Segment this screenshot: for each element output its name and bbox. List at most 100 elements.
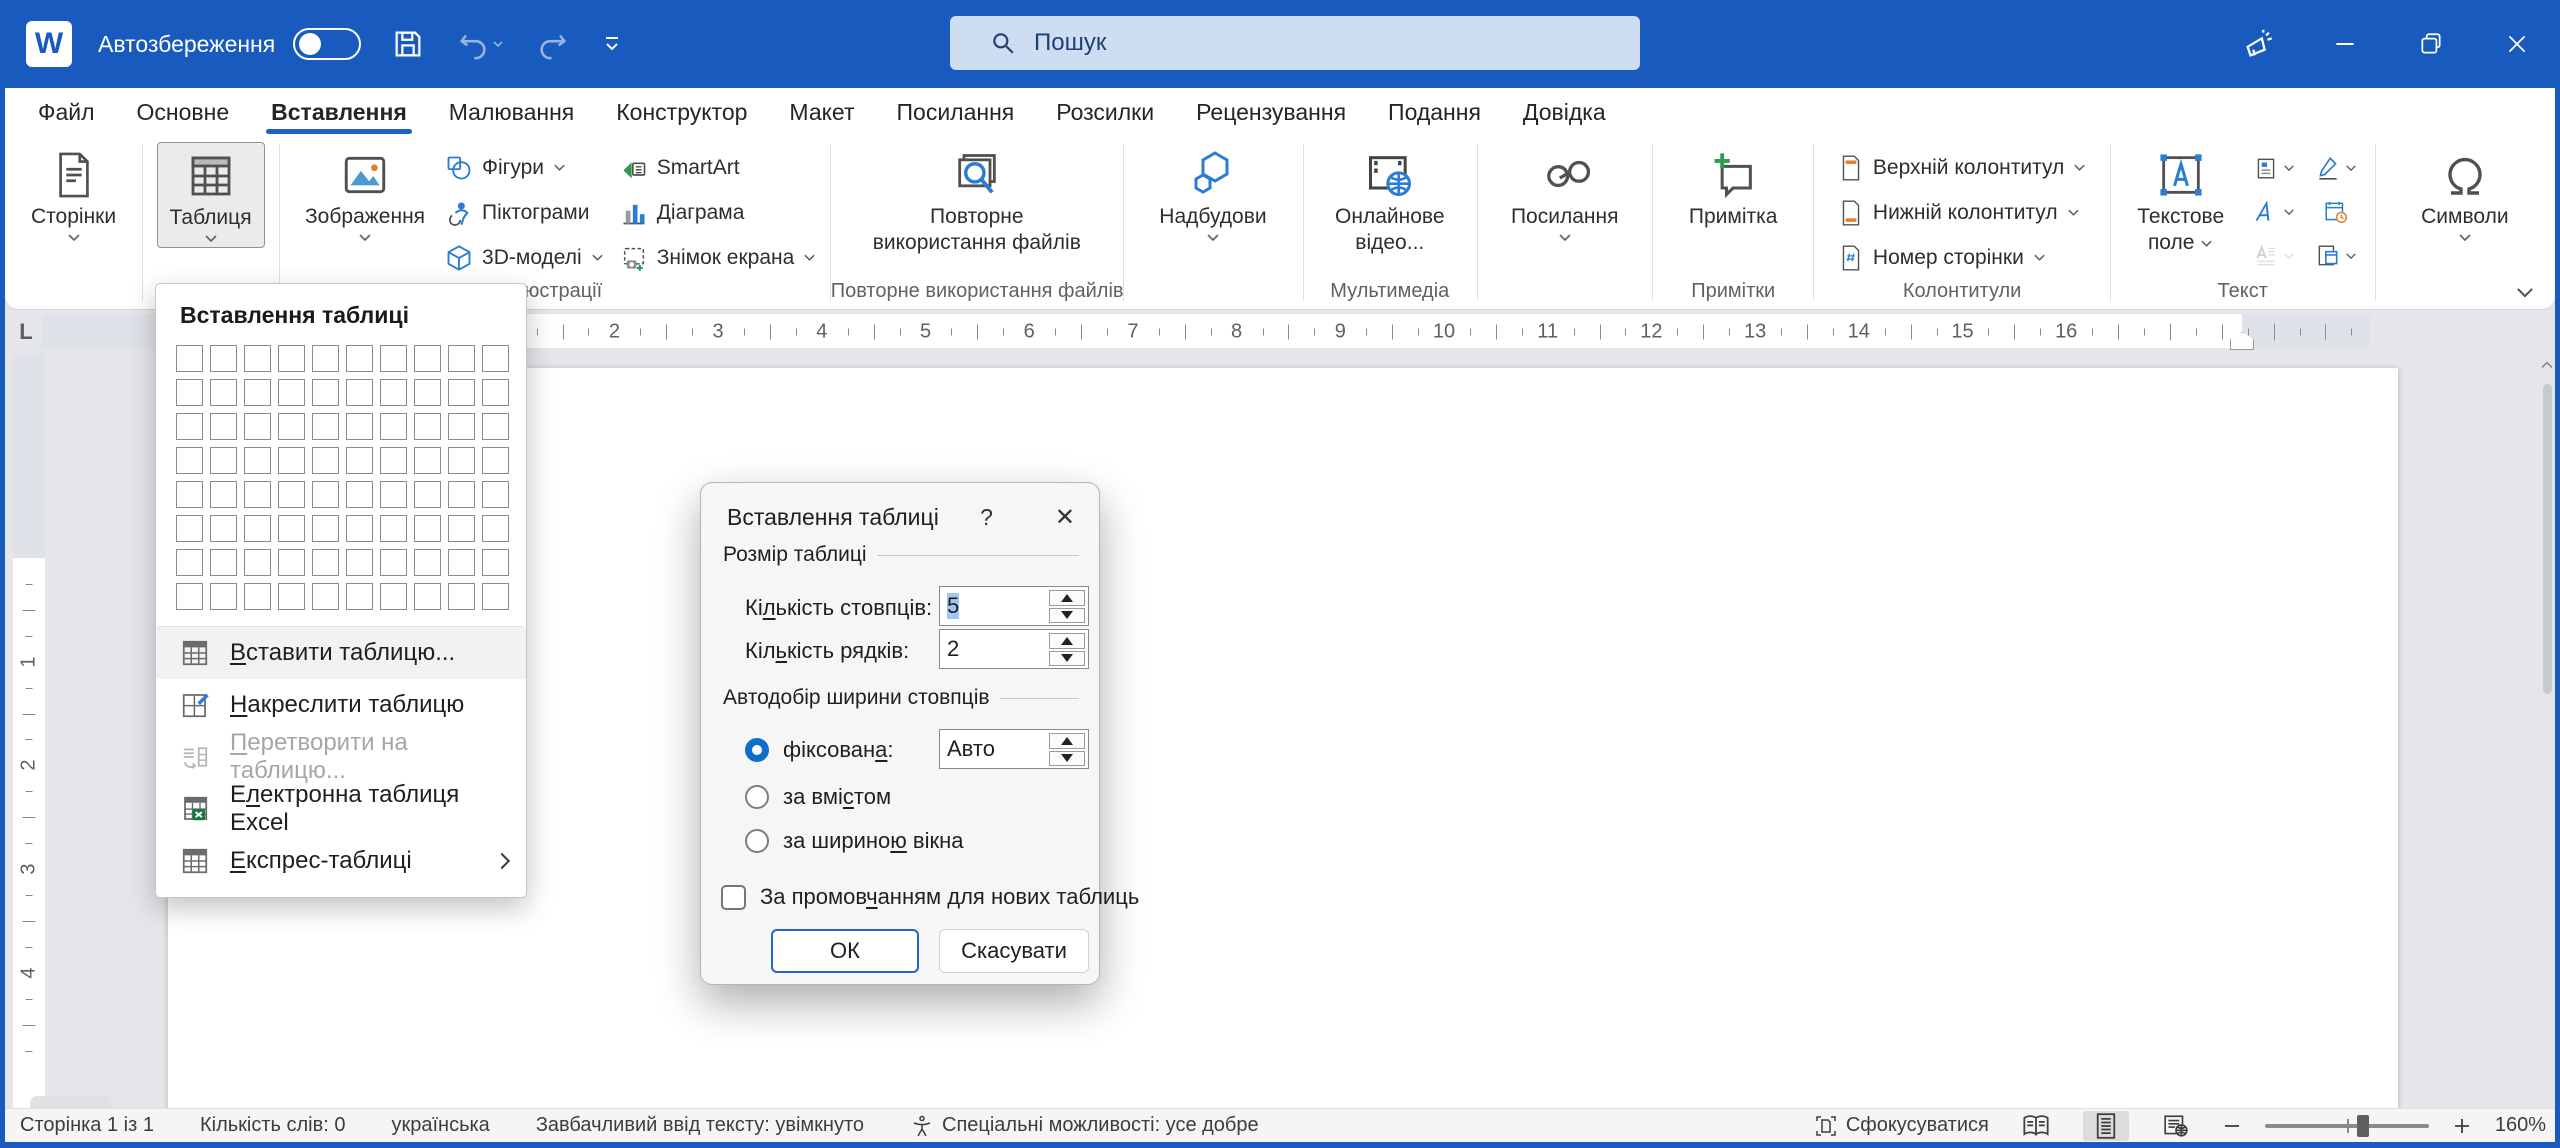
table-grid-cell[interactable] <box>482 583 509 610</box>
customize-quick-access-button[interactable] <box>601 36 623 52</box>
signature-line-button[interactable] <box>2307 146 2365 190</box>
spin-up-button[interactable] <box>1049 590 1085 606</box>
table-grid-cell[interactable] <box>448 413 475 440</box>
table-grid-cell[interactable] <box>380 345 407 372</box>
vertical-scrollbar[interactable] <box>2540 358 2554 1104</box>
columns-value[interactable]: 5 <box>947 593 959 619</box>
table-grid-cell[interactable] <box>176 481 203 508</box>
date-time-button[interactable] <box>2307 190 2365 234</box>
accessibility-status[interactable]: Спеціальні можливості: усе добре <box>910 1114 1259 1138</box>
table-grid-cell[interactable] <box>210 481 237 508</box>
table-grid-cell[interactable] <box>312 515 339 542</box>
spin-up-button[interactable] <box>1049 633 1085 649</box>
table-grid-cell[interactable] <box>278 481 305 508</box>
table-grid-cell[interactable] <box>380 549 407 576</box>
horizontal-scroll-tab[interactable] <box>30 1096 112 1108</box>
dialog-help-button[interactable]: ? <box>980 504 993 531</box>
close-button[interactable] <box>2474 0 2560 88</box>
symbols-button[interactable]: Символи <box>2409 142 2520 246</box>
table-grid-cell[interactable] <box>482 379 509 406</box>
table-grid-cell[interactable] <box>346 583 373 610</box>
table-grid-cell[interactable] <box>346 413 373 440</box>
search-input[interactable] <box>950 16 1640 70</box>
spin-down-button[interactable] <box>1049 608 1085 624</box>
table-grid-cell[interactable] <box>346 447 373 474</box>
autofit-window-option[interactable]: за шириною вікна <box>745 828 964 854</box>
table-grid-cell[interactable] <box>448 345 475 372</box>
reuse-files-button[interactable]: Повторне використання файлів <box>861 142 1093 260</box>
word-count-status[interactable]: Кількість слів: 0 <box>200 1114 346 1137</box>
table-grid-cell[interactable] <box>244 345 271 372</box>
table-grid-cell[interactable] <box>414 481 441 508</box>
table-grid-cell[interactable] <box>210 549 237 576</box>
table-grid-cell[interactable] <box>176 447 203 474</box>
table-grid-cell[interactable] <box>278 515 305 542</box>
predictive-text-status[interactable]: Завбачливий ввід тексту: увімкнуто <box>536 1114 864 1137</box>
quick-parts-button[interactable] <box>2245 146 2303 190</box>
fixed-width-value[interactable]: Авто <box>947 736 995 762</box>
table-grid-cell[interactable] <box>482 481 509 508</box>
word-logo-icon[interactable]: W <box>26 21 72 67</box>
page-number-button[interactable]: Номер сторінки <box>1830 236 2094 279</box>
columns-spinner[interactable]: 5 <box>939 586 1089 626</box>
rows-spinner[interactable]: 2 <box>939 629 1089 669</box>
scrollbar-thumb[interactable] <box>2543 384 2552 694</box>
tab-help[interactable]: Довідка <box>1502 88 1627 136</box>
table-grid-cell[interactable] <box>210 515 237 542</box>
table-grid-cell[interactable] <box>380 583 407 610</box>
search-box[interactable] <box>950 16 1640 70</box>
wordart-button[interactable] <box>2245 190 2303 234</box>
print-layout-button[interactable] <box>2083 1111 2129 1141</box>
zoom-slider[interactable] <box>2265 1124 2429 1128</box>
tab-home[interactable]: Основне <box>116 88 251 136</box>
table-grid-cell[interactable] <box>414 447 441 474</box>
table-grid-cell[interactable] <box>244 379 271 406</box>
table-grid-cell[interactable] <box>312 583 339 610</box>
table-grid-cell[interactable] <box>278 379 305 406</box>
table-grid-cell[interactable] <box>278 447 305 474</box>
table-grid-cell[interactable] <box>482 447 509 474</box>
table-grid-cell[interactable] <box>448 583 475 610</box>
focus-mode-button[interactable]: Сфокусуватися <box>1814 1114 1989 1138</box>
table-grid-cell[interactable] <box>312 345 339 372</box>
autosave-toggle[interactable] <box>293 28 361 60</box>
dialog-close-button[interactable]: ✕ <box>1055 503 1075 532</box>
tab-references[interactable]: Посилання <box>876 88 1036 136</box>
table-grid-cell[interactable] <box>380 515 407 542</box>
table-grid-cell[interactable] <box>312 379 339 406</box>
table-grid-cell[interactable] <box>210 447 237 474</box>
read-mode-button[interactable] <box>2013 1111 2059 1141</box>
language-status[interactable]: українська <box>391 1114 489 1137</box>
object-button[interactable] <box>2307 234 2365 278</box>
table-grid-cell[interactable] <box>448 379 475 406</box>
pictograms-button[interactable]: Піктограми <box>437 191 612 234</box>
autofit-contents-option[interactable]: за вмістом <box>745 784 891 810</box>
table-grid-cell[interactable] <box>244 583 271 610</box>
table-grid-cell[interactable] <box>176 345 203 372</box>
spin-down-button[interactable] <box>1049 751 1085 767</box>
tab-file[interactable]: Файл <box>17 88 116 136</box>
table-grid-cell[interactable] <box>176 413 203 440</box>
table-grid-cell[interactable] <box>278 345 305 372</box>
table-grid-cell[interactable] <box>244 413 271 440</box>
table-grid-cell[interactable] <box>414 413 441 440</box>
undo-button[interactable] <box>455 27 505 61</box>
drop-cap-button[interactable] <box>2245 234 2303 278</box>
addins-button[interactable]: Надбудови <box>1147 142 1278 246</box>
table-grid-cell[interactable] <box>244 515 271 542</box>
screenshot-button[interactable]: Знімок екрана <box>612 236 825 279</box>
radio-unselected-icon[interactable] <box>745 785 769 809</box>
default-for-new-tables-option[interactable]: За промовчанням для нових таблиць <box>721 884 1139 910</box>
table-grid-cell[interactable] <box>448 481 475 508</box>
table-grid-cell[interactable] <box>244 481 271 508</box>
feedback-button[interactable] <box>2216 0 2302 88</box>
table-grid-cell[interactable] <box>482 345 509 372</box>
table-grid-cell[interactable] <box>210 345 237 372</box>
tab-layout[interactable]: Макет <box>768 88 875 136</box>
table-grid-cell[interactable] <box>482 413 509 440</box>
save-button[interactable] <box>391 27 425 61</box>
table-grid-cell[interactable] <box>346 549 373 576</box>
pages-button[interactable]: Сторінки <box>19 142 128 246</box>
3d-models-button[interactable]: 3D-моделі <box>437 236 612 279</box>
table-grid-cell[interactable] <box>414 583 441 610</box>
